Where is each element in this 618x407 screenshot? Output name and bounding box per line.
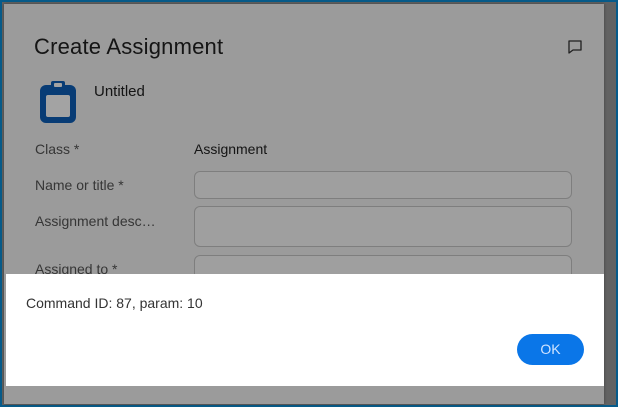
message-text: Command ID: 87, param: 10 xyxy=(26,295,203,311)
message-box: Command ID: 87, param: 10 OK xyxy=(6,274,604,386)
ok-button[interactable]: OK xyxy=(517,334,584,365)
